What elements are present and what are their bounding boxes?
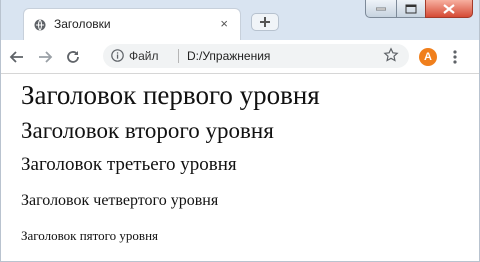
heading-level-4: Заголовок четвертого уровня xyxy=(21,192,219,209)
minimize-button[interactable] xyxy=(365,0,397,18)
new-tab-button[interactable] xyxy=(251,13,279,31)
info-icon[interactable] xyxy=(111,49,124,67)
heading-level-3: Заголовок третьего уровня xyxy=(21,154,237,175)
profile-avatar[interactable]: A xyxy=(419,48,437,66)
address-toolbar: Файл D:/Упражнения A xyxy=(1,40,479,74)
address-bar[interactable]: Файл D:/Упражнения xyxy=(103,44,409,68)
address-divider xyxy=(178,49,179,63)
reload-icon[interactable] xyxy=(65,49,81,65)
heading-level-2: Заголовок второго уровня xyxy=(21,118,274,143)
heading-level-5: Заголовок пятого уровня xyxy=(21,228,159,243)
star-icon[interactable] xyxy=(383,47,399,68)
browser-window: Заголовки × Файл D:/Упражнения A Заголов… xyxy=(0,0,480,262)
maximize-button[interactable] xyxy=(396,0,426,18)
title-bar: Заголовки × xyxy=(1,0,479,40)
scheme-label: Файл xyxy=(129,49,159,63)
heading-level-1: Заголовок первого уровня xyxy=(21,80,320,110)
minimize-icon xyxy=(376,7,386,10)
kebab-menu-icon[interactable] xyxy=(453,49,457,70)
window-controls xyxy=(365,0,473,20)
tab-close-icon[interactable]: × xyxy=(220,16,228,31)
back-arrow-icon[interactable] xyxy=(9,49,25,65)
close-icon xyxy=(443,3,455,14)
close-window-button[interactable] xyxy=(425,0,473,18)
forward-arrow-icon[interactable] xyxy=(37,49,53,65)
maximize-icon xyxy=(405,4,417,13)
plus-icon xyxy=(260,17,270,27)
browser-tab[interactable]: Заголовки × xyxy=(23,8,241,40)
tab-title: Заголовки xyxy=(54,17,111,31)
url-text[interactable]: D:/Упражнения xyxy=(187,49,270,63)
globe-icon xyxy=(34,18,46,31)
